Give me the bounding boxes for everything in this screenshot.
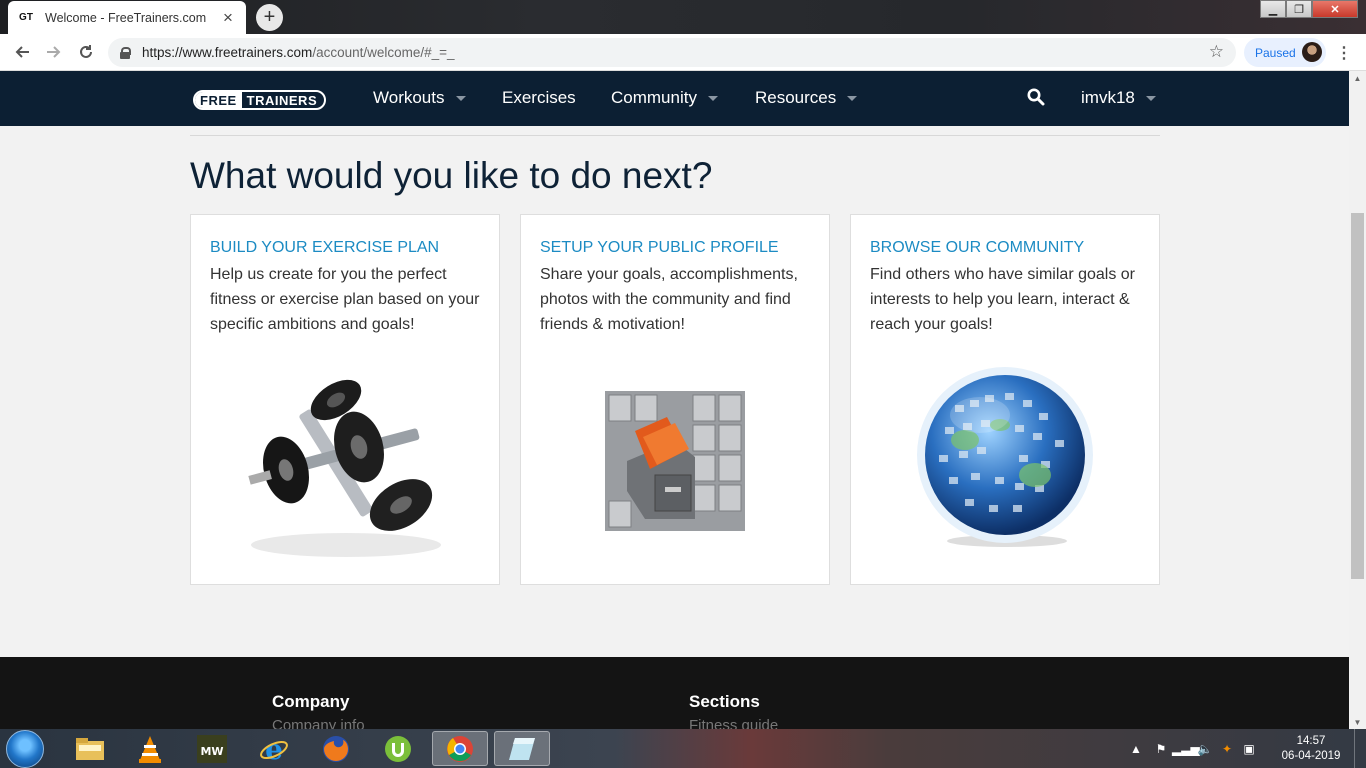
user-menu[interactable]: imvk18 bbox=[1081, 88, 1156, 108]
page-viewport: FREE TRAINERS Workouts Exercises Communi… bbox=[0, 71, 1349, 729]
taskbar-clock[interactable]: 14:57 06-04-2019 bbox=[1276, 734, 1346, 764]
card-community[interactable]: BROWSE OUR COMMUNITY Find others who hav… bbox=[850, 214, 1160, 585]
power-icon[interactable]: ▣ bbox=[1238, 742, 1260, 756]
site-footer: Company Company info Sections Fitness gu… bbox=[0, 657, 1349, 729]
show-hidden-icons-icon[interactable]: ▲ bbox=[1128, 742, 1144, 756]
close-tab-icon[interactable]: × bbox=[220, 8, 236, 28]
profile-button[interactable]: Paused bbox=[1244, 38, 1326, 67]
start-button[interactable] bbox=[6, 730, 44, 768]
chrome-icon[interactable] bbox=[432, 731, 488, 766]
svg-text:MW: MW bbox=[200, 745, 223, 758]
photo-globe-image bbox=[917, 367, 1093, 547]
card-public-profile[interactable]: SETUP YOUR PUBLIC PROFILE Share your goa… bbox=[520, 214, 830, 585]
volume-icon[interactable]: 🔈 bbox=[1194, 742, 1216, 756]
card-description: Help us create for you the perfect fitne… bbox=[210, 266, 480, 333]
avatar bbox=[1302, 42, 1322, 62]
nav-resources[interactable]: Resources bbox=[755, 88, 858, 108]
card-title[interactable]: SETUP YOUR PUBLIC PROFILE bbox=[540, 239, 779, 257]
reload-button[interactable] bbox=[70, 36, 102, 68]
utorrent-icon[interactable] bbox=[370, 731, 426, 766]
maximize-button[interactable]: ❐ bbox=[1286, 0, 1312, 18]
firefox-icon[interactable] bbox=[308, 731, 364, 766]
chevron-down-icon bbox=[1145, 95, 1156, 101]
action-center-flag-icon[interactable]: ⚑ bbox=[1150, 742, 1172, 756]
footer-heading-sections: Sections bbox=[689, 692, 760, 711]
browser-toolbar: https://www.freetrainers.com/account/wel… bbox=[0, 34, 1366, 71]
forward-arrow-icon bbox=[47, 46, 61, 58]
browser-titlebar: GT Welcome - FreeTrainers.com × + ▁ ❐ ✕ bbox=[0, 0, 1366, 34]
chevron-down-icon bbox=[455, 95, 466, 101]
scroll-up-icon[interactable]: ▲ bbox=[1349, 71, 1366, 85]
site-logo[interactable]: FREE TRAINERS bbox=[193, 90, 327, 110]
reload-icon bbox=[80, 45, 92, 58]
nav-workouts[interactable]: Workouts bbox=[373, 88, 466, 108]
divider bbox=[190, 135, 1160, 136]
site-navbar: FREE TRAINERS Workouts Exercises Communi… bbox=[0, 71, 1349, 126]
search-icon[interactable] bbox=[1027, 88, 1045, 106]
svg-text:e: e bbox=[265, 734, 283, 764]
scroll-thumb[interactable] bbox=[1351, 213, 1364, 579]
username: imvk18 bbox=[1081, 88, 1135, 107]
tab-title: Welcome - FreeTrainers.com bbox=[45, 10, 207, 25]
profile-status: Paused bbox=[1255, 45, 1296, 60]
footer-link-company-info[interactable]: Company info bbox=[272, 717, 365, 729]
address-bar[interactable]: https://www.freetrainers.com/account/wel… bbox=[108, 38, 1236, 67]
nav-exercises[interactable]: Exercises bbox=[502, 88, 576, 108]
chevron-down-icon bbox=[847, 95, 858, 101]
windows-explorer-icon[interactable] bbox=[62, 731, 118, 766]
back-button[interactable] bbox=[6, 36, 38, 68]
dumbbells-image bbox=[241, 355, 451, 565]
forward-button[interactable] bbox=[38, 36, 70, 68]
browser-menu-icon[interactable]: ⋮ bbox=[1336, 43, 1352, 63]
other-app-icon[interactable] bbox=[494, 731, 550, 766]
new-tab-button[interactable]: + bbox=[256, 4, 283, 31]
close-window-button[interactable]: ✕ bbox=[1312, 0, 1358, 18]
system-tray: ▲ ⚑ ▂▃▅ 🔈 ✦ ▣ bbox=[1128, 729, 1260, 768]
scroll-down-icon[interactable]: ▼ bbox=[1349, 715, 1366, 729]
page-scrollbar[interactable]: ▲ ▼ bbox=[1349, 71, 1366, 729]
card-exercise-plan[interactable]: BUILD YOUR EXERCISE PLAN Help us create … bbox=[190, 214, 500, 585]
footer-heading-company: Company bbox=[272, 692, 350, 711]
bookmark-star-icon[interactable]: ☆ bbox=[1209, 42, 1224, 62]
vlc-icon[interactable] bbox=[122, 731, 178, 766]
lock-icon bbox=[120, 46, 131, 59]
page-title: What would you like to do next? bbox=[190, 155, 713, 196]
windows-taskbar: MW e ▲ ⚑ ▂▃▅ 🔈 ✦ ▣ 14:57 06-04-2019 bbox=[0, 729, 1366, 768]
card-description: Share your goals, accomplishments, photo… bbox=[540, 266, 798, 333]
browser-tab[interactable]: GT Welcome - FreeTrainers.com × bbox=[8, 1, 246, 34]
card-title[interactable]: BUILD YOUR EXERCISE PLAN bbox=[210, 239, 439, 257]
show-desktop-button[interactable] bbox=[1354, 729, 1366, 768]
footer-link-fitness-guide[interactable]: Fitness guide bbox=[689, 717, 778, 729]
network-signal-icon[interactable]: ▂▃▅ bbox=[1172, 742, 1200, 756]
card-title[interactable]: BROWSE OUR COMMUNITY bbox=[870, 239, 1084, 257]
window-controls: ▁ ❐ ✕ bbox=[1260, 0, 1358, 18]
clock-time: 14:57 bbox=[1296, 735, 1326, 747]
need-for-speed-icon[interactable]: MW bbox=[184, 731, 240, 766]
url-text: https://www.freetrainers.com/account/wel… bbox=[142, 45, 455, 60]
clock-date: 06-04-2019 bbox=[1281, 750, 1341, 762]
avast-icon[interactable]: ✦ bbox=[1216, 742, 1238, 756]
filing-cabinet-image bbox=[605, 391, 745, 531]
site-favicon-icon: GT bbox=[19, 12, 33, 23]
nav-community[interactable]: Community bbox=[611, 88, 718, 108]
chevron-down-icon bbox=[707, 95, 718, 101]
card-description: Find others who have similar goals or in… bbox=[870, 266, 1136, 333]
minimize-button[interactable]: ▁ bbox=[1260, 0, 1286, 18]
back-arrow-icon bbox=[15, 46, 29, 58]
internet-explorer-icon[interactable]: e bbox=[246, 731, 302, 766]
